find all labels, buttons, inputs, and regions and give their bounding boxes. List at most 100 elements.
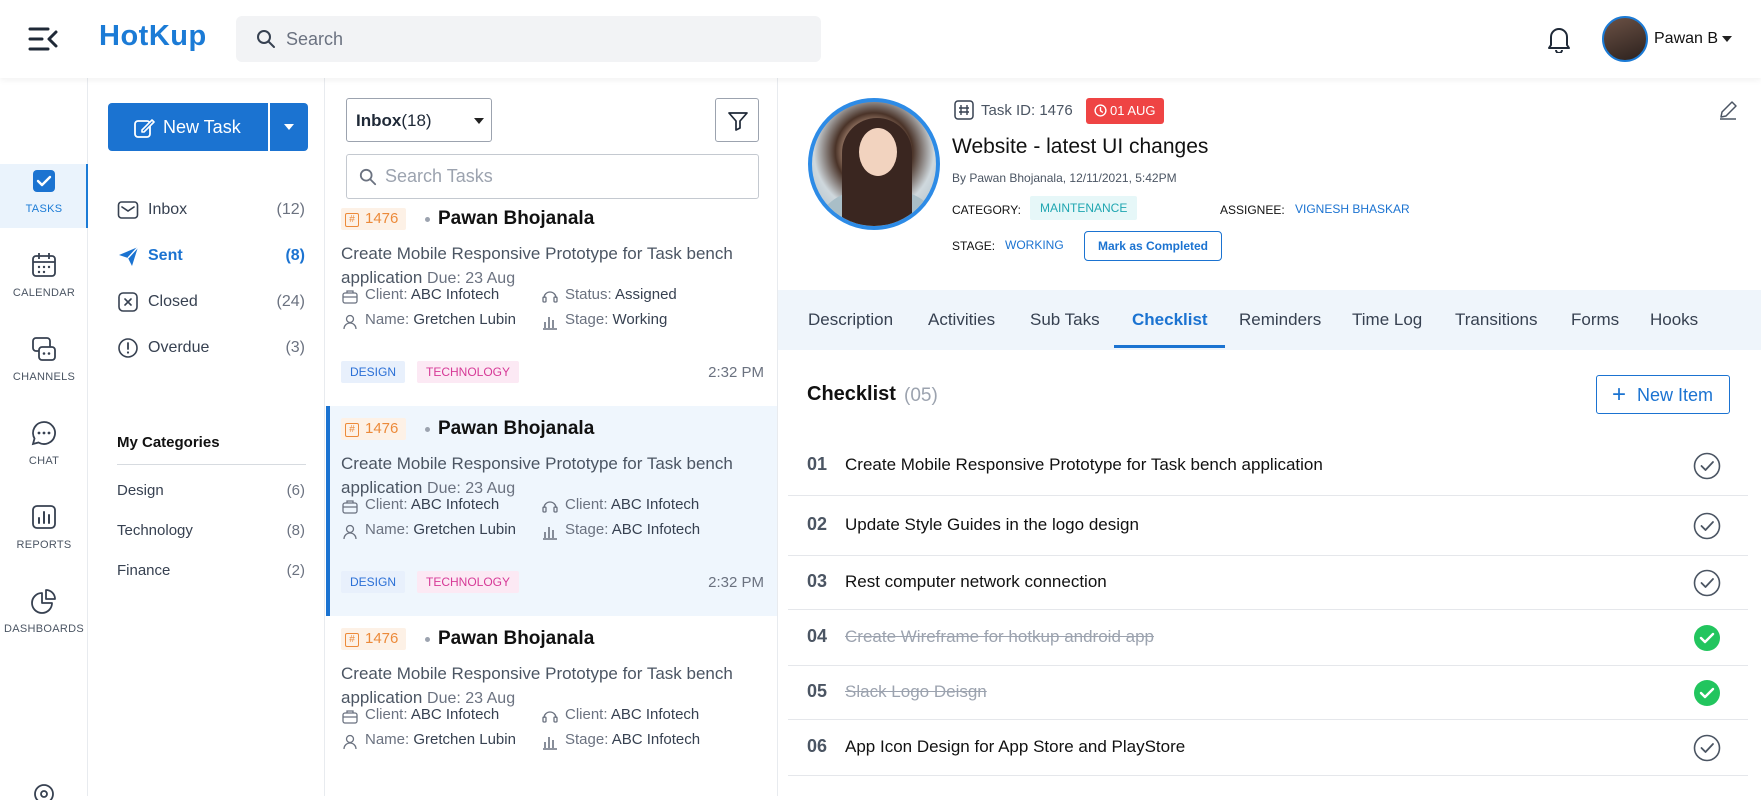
- tab-forms[interactable]: Forms: [1571, 310, 1619, 330]
- folder-label: Overdue: [148, 339, 210, 356]
- edit-pencil-icon[interactable]: [1718, 100, 1738, 120]
- checklist-item[interactable]: 05 Slack Logo Deisgn: [788, 666, 1748, 720]
- folder-inbox[interactable]: Inbox (12): [117, 196, 305, 226]
- search-tasks[interactable]: [346, 154, 759, 199]
- task-card[interactable]: #1476 Pawan Bhojanala Create Mobile Respon…: [326, 616, 777, 796]
- check-circle-icon[interactable]: [1693, 569, 1721, 597]
- filter-button[interactable]: [715, 98, 759, 142]
- stage-value: WORKING: [1005, 238, 1064, 252]
- folders-panel: New Task Inbox (12) Sent (8) Closed (24)…: [88, 78, 325, 796]
- clock-icon: [1094, 104, 1107, 117]
- alert-circle-icon: [117, 337, 139, 359]
- check-circle-icon[interactable]: [1693, 452, 1721, 480]
- rail-item-channels[interactable]: CHANNELS: [0, 332, 88, 396]
- task-id-text: Task ID: 1476: [981, 102, 1073, 119]
- folder-sent[interactable]: Sent (8): [117, 242, 305, 272]
- folder-count: (8): [285, 247, 305, 264]
- checklist-item-number: 03: [807, 571, 828, 591]
- tab-sub-tasks[interactable]: Sub Taks: [1030, 310, 1100, 330]
- rail-item-reports[interactable]: REPORTS: [0, 500, 88, 564]
- settings-gear-icon[interactable]: [31, 780, 57, 800]
- inbox-select-label: Inbox: [356, 111, 402, 130]
- checklist-item[interactable]: 01 Create Mobile Responsive Prototype for…: [788, 436, 1748, 496]
- rail-item-chat[interactable]: CHAT: [0, 416, 88, 480]
- check-circle-filled-icon[interactable]: [1693, 624, 1721, 652]
- notification-bell-icon[interactable]: [1547, 25, 1571, 53]
- checklist-item-number: 06: [807, 736, 828, 756]
- closed-icon: [117, 291, 139, 313]
- rail-item-calendar[interactable]: CALENDAR: [0, 248, 88, 312]
- meta-key: Stage:: [565, 731, 609, 748]
- rail-item-dashboards[interactable]: DASHBOARDS: [0, 584, 88, 648]
- tag-design[interactable]: DESIGN: [341, 361, 406, 383]
- separator-dot: [425, 637, 430, 642]
- rail-item-tasks[interactable]: TASKS: [0, 164, 88, 228]
- checklist-heading: Checklist: [807, 383, 896, 405]
- checklist-item-text: App Icon Design for App Store and PlaySt…: [845, 737, 1186, 756]
- folder-overdue[interactable]: Overdue (3): [117, 334, 305, 364]
- checklist-item-text: Create Mobile Responsive Prototype for T…: [845, 455, 1323, 474]
- global-search[interactable]: [236, 16, 821, 62]
- meta-value: ABC Infotech: [611, 731, 701, 748]
- user-avatar[interactable]: [1602, 16, 1648, 62]
- task-title: Website - latest UI changes: [952, 135, 1209, 158]
- global-search-input[interactable]: [286, 16, 806, 62]
- task-card[interactable]: #1476 Pawan Bhojanala Create Mobile Respon…: [326, 406, 777, 616]
- meta-value: Gretchen Lubin: [413, 521, 516, 538]
- mark-completed-button[interactable]: Mark as Completed: [1084, 231, 1222, 261]
- assignee-name[interactable]: VIGNESH BHASKAR: [1295, 202, 1410, 216]
- task-title-text: Create Mobile Responsive Prototype for T…: [341, 244, 733, 287]
- tab-time-log[interactable]: Time Log: [1352, 310, 1422, 330]
- hash-icon: #: [345, 213, 359, 227]
- collapse-menu-icon[interactable]: [28, 26, 60, 52]
- user-name[interactable]: Pawan B: [1654, 30, 1718, 48]
- tab-activities[interactable]: Activities: [928, 310, 995, 330]
- category-finance[interactable]: Finance (2): [117, 562, 305, 579]
- detail-tabs: Description Activities Sub Taks Checklis…: [778, 290, 1761, 350]
- checklist-item[interactable]: 02 Update Style Guides in the logo design: [788, 496, 1748, 556]
- edit-icon: [134, 119, 155, 138]
- check-circle-icon[interactable]: [1693, 512, 1721, 540]
- task-time: 2:32 PM: [708, 364, 764, 381]
- tag-design[interactable]: DESIGN: [341, 571, 406, 593]
- top-bar: HotKup Pawan B: [0, 0, 1761, 78]
- check-circle-filled-icon[interactable]: [1693, 679, 1721, 707]
- task-card[interactable]: #1476 Pawan Bhojanala Create Mobile Respon…: [326, 196, 777, 406]
- tab-reminders[interactable]: Reminders: [1239, 310, 1321, 330]
- checklist-item[interactable]: 03 Rest computer network connection: [788, 556, 1748, 610]
- search-icon: [359, 168, 377, 186]
- tag-technology[interactable]: TECHNOLOGY: [417, 361, 520, 383]
- inbox-select-count: (18): [401, 111, 432, 130]
- task-id: 1476: [365, 210, 399, 227]
- folder-label: Inbox: [148, 201, 188, 218]
- app-logo[interactable]: HotKup: [99, 20, 207, 53]
- assignee-avatar: [808, 98, 940, 230]
- checklist-item[interactable]: 06 App Icon Design for App Store and Play…: [788, 720, 1748, 776]
- inbox-select[interactable]: Inbox(18): [346, 98, 492, 142]
- meta-value: Gretchen Lubin: [413, 311, 516, 328]
- task-id-badge: #1476: [341, 418, 407, 440]
- tab-hooks[interactable]: Hooks: [1650, 310, 1698, 330]
- category-technology[interactable]: Technology (8): [117, 522, 305, 539]
- chat-icon: [31, 420, 57, 446]
- meta-value: Working: [612, 311, 668, 328]
- hash-icon: #: [345, 423, 359, 437]
- tab-description[interactable]: Description: [808, 310, 893, 330]
- new-item-button[interactable]: + New Item: [1596, 375, 1730, 414]
- check-circle-icon[interactable]: [1693, 734, 1721, 762]
- checklist-count: (05): [904, 385, 938, 406]
- tag-technology[interactable]: TECHNOLOGY: [417, 571, 520, 593]
- tab-checklist[interactable]: Checklist: [1132, 310, 1208, 330]
- divider: [117, 464, 306, 465]
- chevron-down-icon: [474, 118, 484, 124]
- channels-icon: [31, 336, 57, 362]
- checklist-item[interactable]: 04 Create Wireframe for hotkup android ap…: [788, 610, 1748, 666]
- tab-transitions[interactable]: Transitions: [1455, 310, 1538, 330]
- category-design[interactable]: Design (6): [117, 482, 305, 499]
- task-author: By Pawan Bhojanala, 12/11/2021, 5:42PM: [952, 171, 1177, 185]
- user-menu-chevron-down-icon[interactable]: [1722, 36, 1732, 42]
- folder-closed[interactable]: Closed (24): [117, 288, 305, 318]
- new-task-button[interactable]: New Task: [108, 103, 268, 151]
- new-task-dropdown-button[interactable]: [270, 103, 308, 151]
- search-tasks-input[interactable]: [385, 155, 745, 198]
